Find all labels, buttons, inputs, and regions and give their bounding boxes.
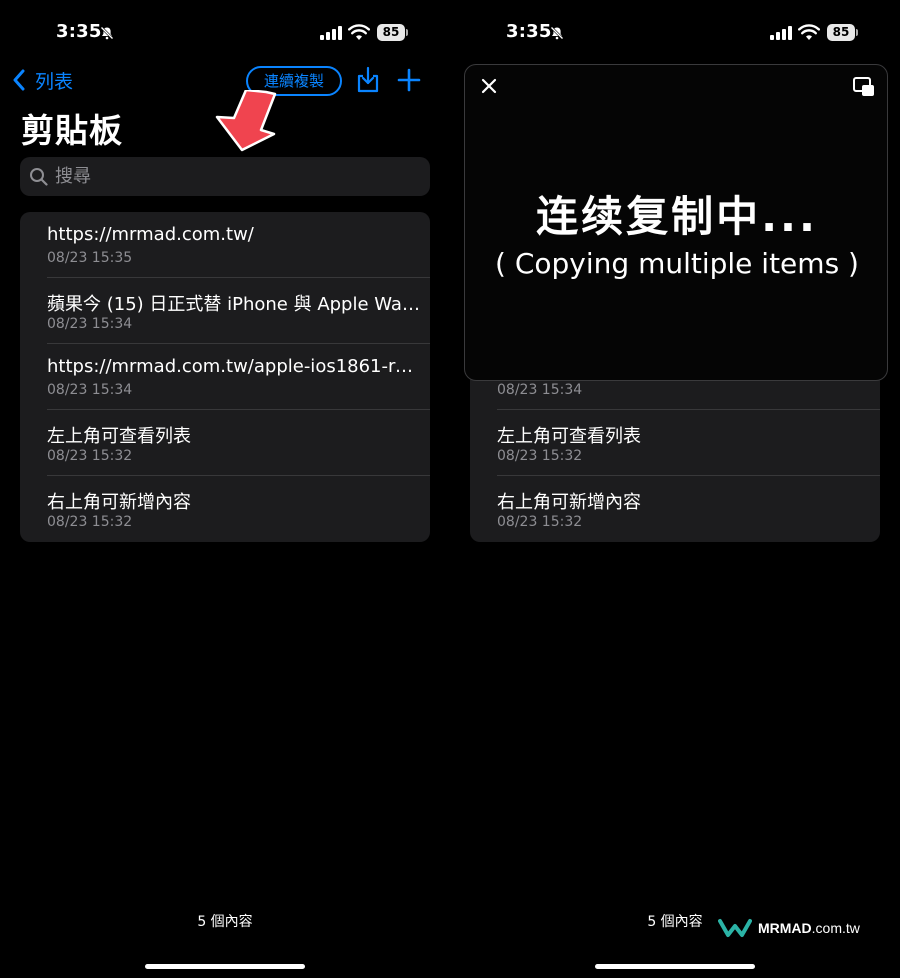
item-title: 右上角可新增內容 <box>497 492 641 513</box>
item-title: 左上角可查看列表 <box>47 426 191 447</box>
list-item[interactable]: 左上角可查看列表 08/23 15:32 <box>470 410 880 476</box>
phone-screen-right: 3:35 85 https://mrmad.com.tw/ 08/23 15:3… <box>450 0 900 978</box>
search-icon <box>30 168 48 186</box>
home-indicator[interactable] <box>145 964 305 969</box>
item-title: 左上角可查看列表 <box>497 426 641 447</box>
mrmad-watermark: MRMAD.com.tw <box>718 918 860 938</box>
watermark-domain: .com.tw <box>811 920 860 936</box>
back-button[interactable]: 列表 <box>12 66 73 94</box>
item-time: 08/23 15:32 <box>47 514 133 530</box>
list-item[interactable]: 左上角可查看列表 08/23 15:32 <box>20 410 430 476</box>
page-title: 剪貼板 <box>21 111 123 150</box>
status-time: 3:35 <box>506 21 552 42</box>
import-icon[interactable] <box>355 66 381 94</box>
battery-indicator: 85 <box>827 24 855 41</box>
continuous-copy-popup: 连续复制中... ( Copying multiple items ) <box>464 64 888 381</box>
red-arrow-icon <box>215 90 277 152</box>
watermark-brand: MRMAD <box>758 920 812 936</box>
signal-icon <box>320 26 342 40</box>
item-title: 右上角可新增內容 <box>47 492 191 513</box>
home-indicator[interactable] <box>595 964 755 969</box>
add-icon[interactable] <box>397 68 421 92</box>
mrmad-logo-icon <box>718 919 752 937</box>
close-icon[interactable] <box>480 77 498 95</box>
signal-icon <box>770 26 792 40</box>
list-item[interactable]: 右上角可新增內容 08/23 15:32 <box>20 476 430 542</box>
item-title: https://mrmad.com.tw/apple-ios1861-relea… <box>47 356 422 377</box>
wifi-icon <box>348 24 370 40</box>
search-input[interactable]: 搜尋 <box>55 157 91 196</box>
status-time: 3:35 <box>56 21 102 42</box>
popup-subtitle: ( Copying multiple items ) <box>495 247 859 280</box>
bell-slash-icon <box>550 26 564 40</box>
chevron-left-icon <box>13 69 25 91</box>
item-time: 08/23 15:34 <box>47 316 133 332</box>
wifi-icon <box>798 24 820 40</box>
item-time: 08/23 15:32 <box>497 514 583 530</box>
clipboard-list: https://mrmad.com.tw/ 08/23 15:35 蘋果今 (1… <box>20 212 430 542</box>
item-title: 蘋果今 (15) 日正式替 iPhone 與 Apple Watch <box>47 294 422 315</box>
list-item[interactable]: 右上角可新增內容 08/23 15:32 <box>470 476 880 542</box>
item-time: 08/23 15:32 <box>47 448 133 464</box>
battery-indicator: 85 <box>377 24 405 41</box>
item-time: 08/23 15:35 <box>47 250 133 266</box>
popup-title: 连续复制中... <box>536 192 818 241</box>
item-time: 08/23 15:32 <box>497 448 583 464</box>
item-time: 08/23 15:34 <box>47 382 133 398</box>
search-bar[interactable]: 搜尋 <box>20 157 430 196</box>
bell-slash-icon <box>100 26 114 40</box>
back-label: 列表 <box>35 70 74 93</box>
battery-cap <box>406 29 408 36</box>
pip-icon[interactable] <box>853 77 875 97</box>
item-title: https://mrmad.com.tw/ <box>47 224 254 245</box>
item-count: 5 個內容 <box>197 914 253 930</box>
list-item[interactable]: 蘋果今 (15) 日正式替 iPhone 與 Apple Watch 08/23… <box>20 278 430 344</box>
watermark-text: MRMAD.com.tw <box>758 920 860 936</box>
battery-cap <box>856 29 858 36</box>
list-item[interactable]: https://mrmad.com.tw/ 08/23 15:35 <box>20 212 430 278</box>
item-time: 08/23 15:34 <box>497 382 583 398</box>
list-item[interactable]: https://mrmad.com.tw/apple-ios1861-relea… <box>20 344 430 410</box>
phone-screen-left: 3:35 85 列表 連續複製 剪貼板 搜尋 https://mrmad.com… <box>0 0 450 978</box>
